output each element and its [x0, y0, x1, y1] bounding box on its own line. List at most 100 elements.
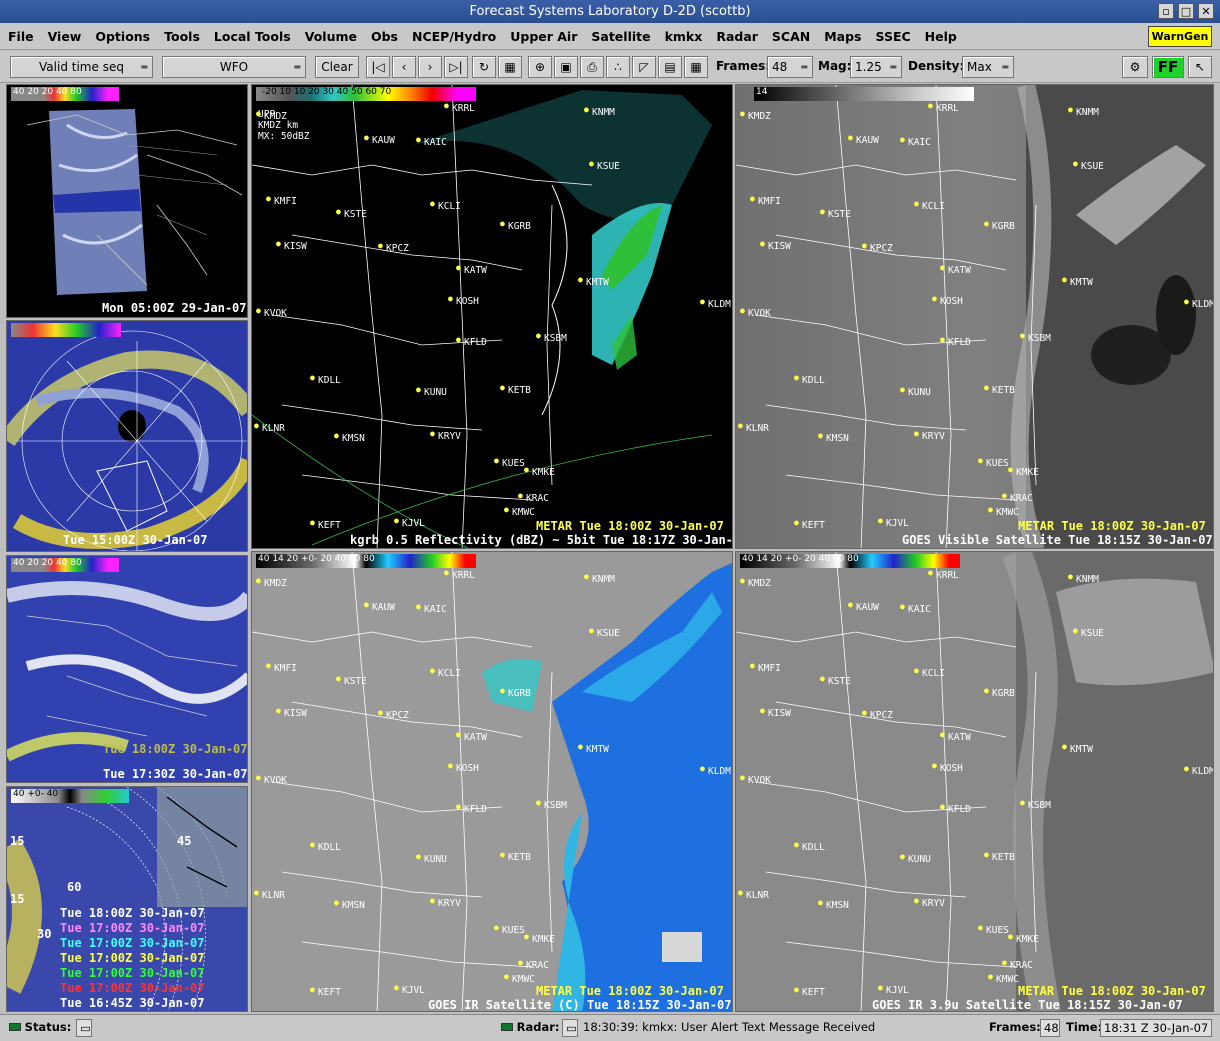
bicycle-button[interactable]: ⚙: [1122, 56, 1148, 78]
main-panel-ir[interactable]: 40 14 20 +0- 20 40 60 80 METAR Tue 18:00…: [251, 551, 733, 1012]
station-label: KNMM: [1076, 107, 1099, 118]
side-panel-2[interactable]: Tue 15:00Z 30-Jan-07: [6, 320, 248, 552]
density-dropdown[interactable]: Max: [962, 56, 1014, 78]
main-panel-ir39[interactable]: 40 14 20 +0- 20 40 60 80 METAR Tue 18:00…: [735, 551, 1214, 1012]
station-obs-marker: ●: [494, 456, 499, 465]
panel-layout-icon: ▤: [664, 60, 676, 74]
menu-file[interactable]: File: [8, 29, 34, 44]
station-label: KATW: [464, 732, 487, 743]
menu-help[interactable]: Help: [925, 29, 957, 44]
density-label: Density:: [908, 59, 965, 73]
time-mode-dropdown[interactable]: Valid time seq: [10, 56, 153, 78]
baselines-button[interactable]: ◸: [632, 56, 656, 78]
station-obs-marker: ●: [494, 923, 499, 932]
radar-colorbar: -20 10 10 20 30 40 50 60 70: [256, 87, 476, 101]
zoom-icon: ⊕: [534, 60, 546, 74]
station-obs-marker: ●: [504, 972, 509, 981]
overlay-time-1: Tue 18:00Z 30-Jan-07: [60, 906, 205, 920]
station-label: KOSH: [940, 296, 963, 307]
statusbar: Status: ▭ Radar: ▭ 18:30:39: kmkx: User …: [0, 1014, 1220, 1041]
station-label: KCLI: [438, 201, 461, 212]
main-panel-visible[interactable]: 14 METAR Tue 18:00Z 30-Jan-07 GOES Visib…: [735, 84, 1214, 549]
side-panel-1[interactable]: 40 20 20 40 80 Mon 05:00Z 29-Jan-07: [6, 84, 248, 318]
image-combine-button[interactable]: ▦: [498, 56, 522, 78]
station-label: KMWC: [512, 974, 535, 985]
prev-frame-button[interactable]: ‹: [392, 56, 416, 78]
menu-view[interactable]: View: [48, 29, 82, 44]
radar-label: Radar:: [516, 1020, 560, 1034]
station-obs-marker: ●: [878, 983, 883, 992]
station-obs-marker: ●: [848, 133, 853, 142]
station-label: KSUE: [597, 628, 620, 639]
menu-satellite[interactable]: Satellite: [591, 29, 650, 44]
station-label: KMKE: [1016, 467, 1039, 478]
fast-forward-button[interactable]: FF: [1152, 56, 1184, 78]
station-obs-marker: ●: [1020, 798, 1025, 807]
frames-dropdown[interactable]: 48: [767, 56, 813, 78]
menu-radar[interactable]: Radar: [716, 29, 758, 44]
station-obs-marker: ●: [1002, 958, 1007, 967]
station-obs-marker: ●: [364, 133, 369, 142]
last-frame-button[interactable]: ▷|: [444, 56, 468, 78]
menu-upper-air[interactable]: Upper Air: [510, 29, 577, 44]
panel-layout-button[interactable]: ▤: [658, 56, 682, 78]
mag-dropdown[interactable]: 1.25: [850, 56, 902, 78]
station-label: KMSN: [826, 900, 849, 911]
radar-expand-button[interactable]: ▭: [562, 1019, 578, 1037]
station-obs-marker: ●: [818, 898, 823, 907]
points-button[interactable]: ∴: [606, 56, 630, 78]
side-panel-1-time: Mon 05:00Z 29-Jan-07: [102, 301, 247, 315]
zoom-button[interactable]: ⊕: [528, 56, 552, 78]
menu-kmkx[interactable]: kmkx: [665, 29, 703, 44]
time-status-value: 18:31 Z 30-Jan-07: [1100, 1019, 1212, 1037]
scale-dropdown[interactable]: WFO: [162, 56, 306, 78]
station-obs-marker: ●: [700, 297, 705, 306]
menu-options[interactable]: Options: [95, 29, 150, 44]
menu-ssec[interactable]: SSEC: [876, 29, 911, 44]
clear-button[interactable]: Clear: [315, 56, 359, 78]
ir-image: [252, 552, 732, 1011]
station-obs-marker: ●: [430, 199, 435, 208]
cursor-mode-button[interactable]: ↖: [1188, 56, 1212, 78]
print-button[interactable]: ⎙: [580, 56, 604, 78]
maximize-button[interactable]: □: [1178, 3, 1194, 19]
station-obs-marker: ●: [254, 421, 259, 430]
menu-maps[interactable]: Maps: [824, 29, 861, 44]
first-frame-button[interactable]: |◁: [366, 56, 390, 78]
station-obs-marker: ●: [940, 335, 945, 344]
side-panel-4[interactable]: 40 +0- 40 15 60 15 30 45 Tue 18:00Z 30-J…: [6, 786, 248, 1012]
menu-obs[interactable]: Obs: [371, 29, 398, 44]
station-obs-marker: ●: [984, 850, 989, 859]
menu-tools[interactable]: Tools: [164, 29, 200, 44]
loop-button[interactable]: ↻: [472, 56, 496, 78]
radar-readout-line-3: MX: 50dBZ: [258, 131, 310, 142]
four-panel-button[interactable]: ▦: [684, 56, 708, 78]
station-obs-marker: ●: [940, 802, 945, 811]
station-obs-marker: ●: [760, 239, 765, 248]
menu-scan[interactable]: SCAN: [772, 29, 810, 44]
station-obs-marker: ●: [589, 626, 594, 635]
station-obs-marker: ●: [336, 207, 341, 216]
next-frame-button[interactable]: ›: [418, 56, 442, 78]
color-table-button[interactable]: ▣: [554, 56, 578, 78]
station-label: KRYV: [922, 898, 945, 909]
station-label: KMKE: [1016, 934, 1039, 945]
station-obs-marker: ●: [310, 373, 315, 382]
menu-local-tools[interactable]: Local Tools: [214, 29, 291, 44]
close-button[interactable]: ✕: [1198, 3, 1214, 19]
station-obs-marker: ●: [1184, 297, 1189, 306]
side-panel-3[interactable]: 40 20 20 40 80 Tue 18:00Z 30-Jan-07 Tue …: [6, 555, 248, 783]
menu-volume[interactable]: Volume: [305, 29, 357, 44]
station-label: KSUE: [1081, 161, 1104, 172]
station-obs-marker: ●: [266, 194, 271, 203]
station-label: KRRL: [936, 570, 959, 581]
station-label: KFLD: [948, 337, 971, 348]
minimize-button[interactable]: ▫: [1158, 3, 1174, 19]
status-expand-button[interactable]: ▭: [76, 1019, 92, 1037]
warngen-button[interactable]: WarnGen: [1148, 26, 1212, 47]
visible-colorbar-labels: 14: [756, 87, 768, 97]
main-panel-radar[interactable]: -20 10 10 20 30 40 50 60 70 UPP KMDZ km …: [251, 84, 733, 549]
last-frame-icon: ▷|: [449, 60, 463, 74]
menu-ncep-hydro[interactable]: NCEP/Hydro: [412, 29, 496, 44]
station-obs-marker: ●: [928, 568, 933, 577]
